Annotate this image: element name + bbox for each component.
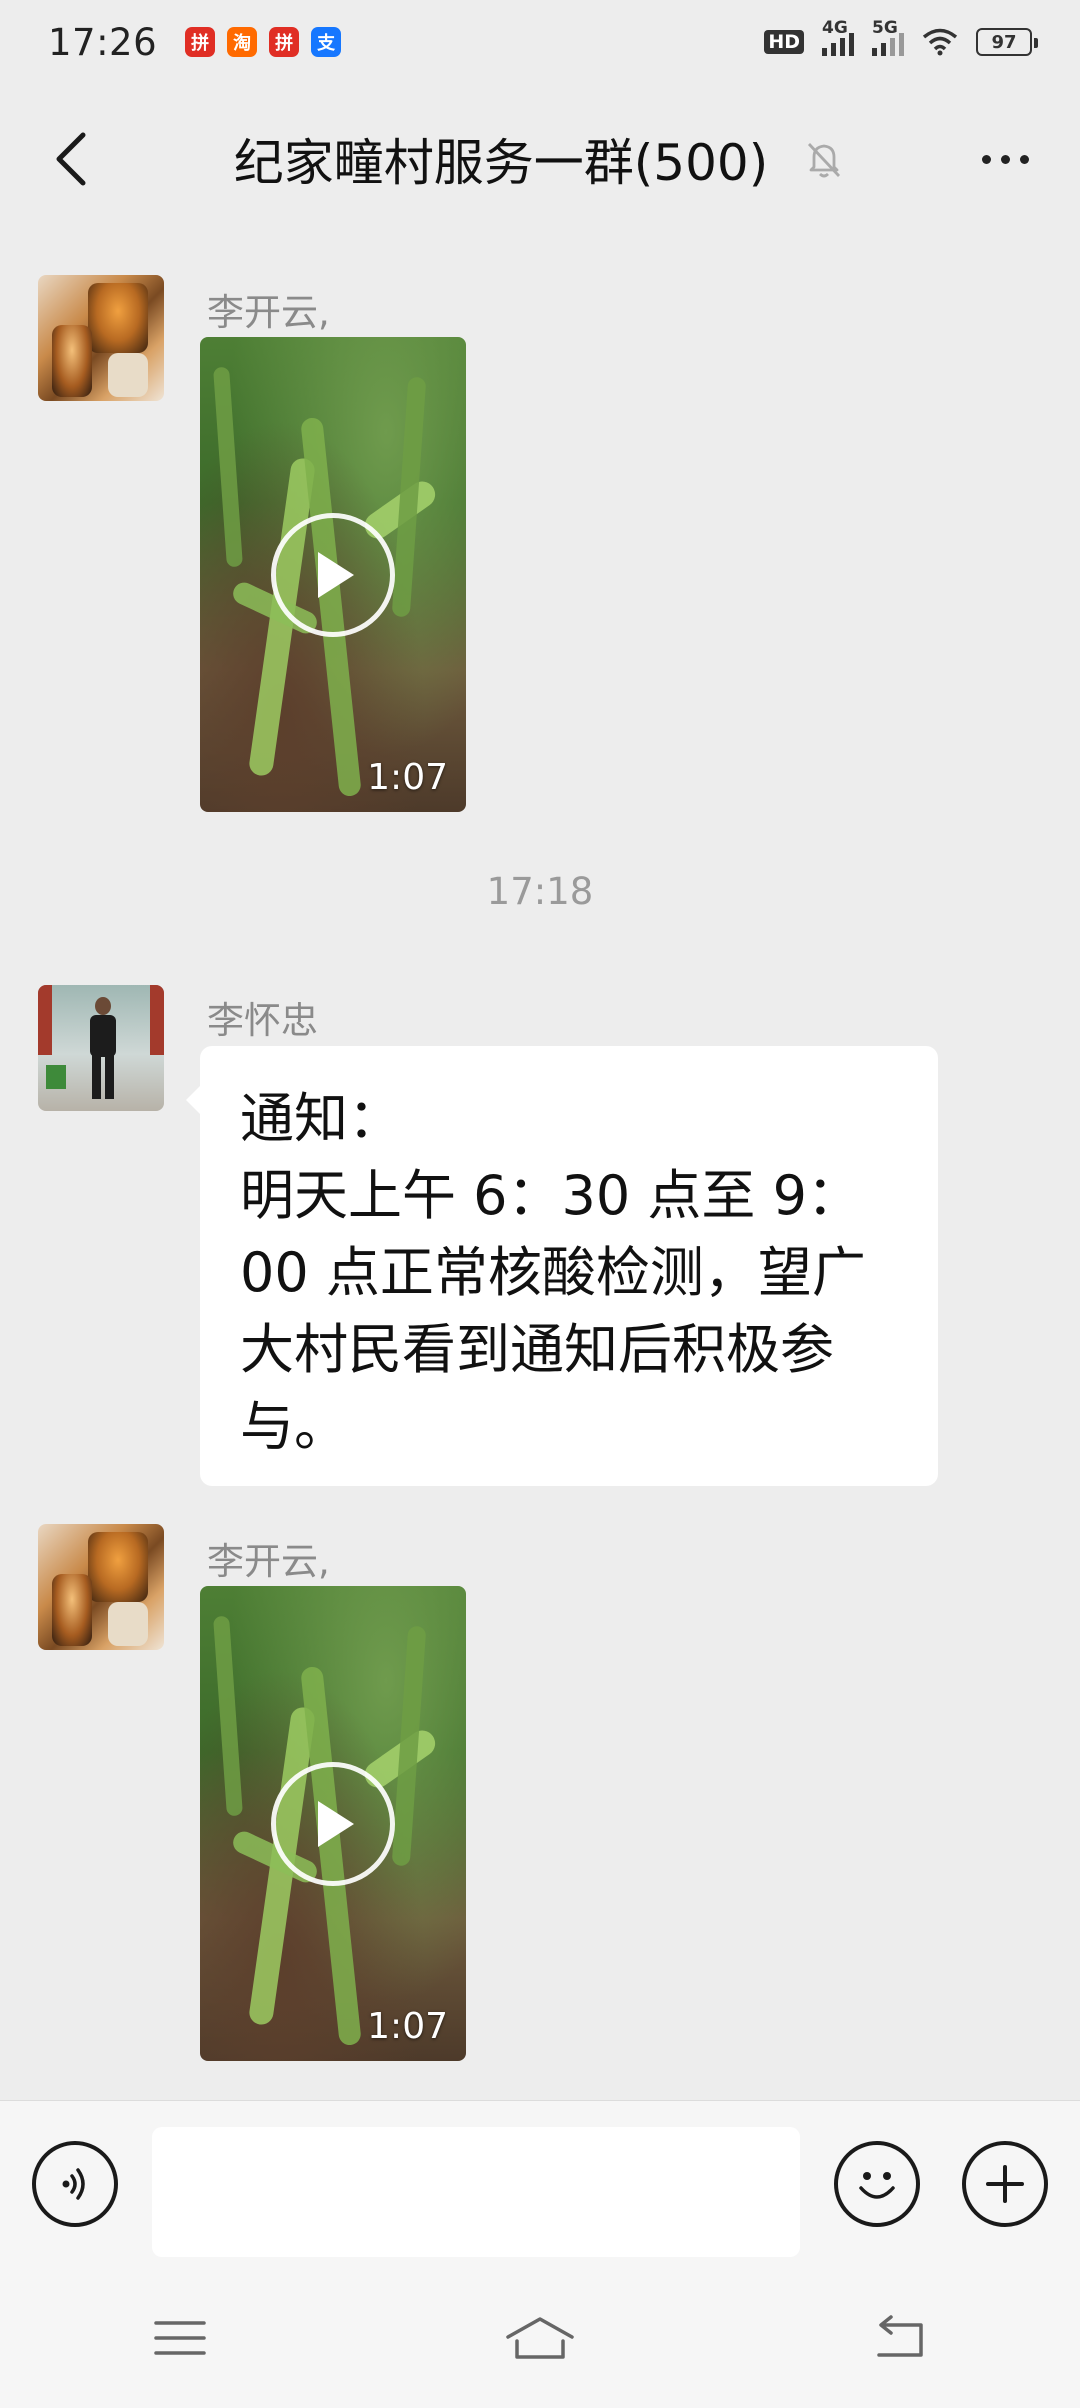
- video-thumbnail[interactable]: 1:07: [200, 1586, 466, 2061]
- battery-level: 97: [991, 31, 1017, 53]
- avatar[interactable]: [38, 275, 164, 401]
- signal-4g-icon: 4G: [822, 18, 854, 56]
- back-nav-button[interactable]: [860, 2303, 940, 2373]
- status-indicators: HD 4G 5G 97: [764, 18, 1038, 56]
- wifi-icon: [922, 28, 958, 56]
- video-thumbnail[interactable]: 1:07: [200, 337, 466, 812]
- plus-button[interactable]: [962, 2141, 1048, 2227]
- sender-name: 李开云,: [207, 1540, 330, 1583]
- more-dots-icon: [981, 154, 991, 164]
- signal-4g-label: 4G: [822, 18, 848, 38]
- message-line: 通知：: [240, 1087, 402, 1150]
- title-wrap: 纪家疃村服务一群(500): [234, 123, 846, 195]
- battery-icon: 97: [976, 28, 1038, 56]
- avatar[interactable]: [38, 1524, 164, 1650]
- home-button[interactable]: [500, 2303, 580, 2373]
- play-button[interactable]: [271, 1762, 395, 1886]
- more-button[interactable]: [970, 134, 1040, 184]
- emoji-icon: [859, 2172, 895, 2199]
- video-duration: 1:07: [367, 757, 448, 798]
- voice-button[interactable]: [32, 2141, 118, 2227]
- message-line: 大村民看到通知后积极参: [240, 1318, 834, 1381]
- hd-icon: HD: [764, 30, 804, 54]
- menu-icon: [154, 2321, 206, 2355]
- chevron-left-icon: [56, 132, 86, 186]
- signal-5g-label: 5G: [872, 18, 898, 38]
- video-duration: 1:07: [367, 2006, 448, 2047]
- chat-title: 纪家疃村服务一群(500): [233, 134, 769, 192]
- sender-name: 李开云,: [207, 291, 330, 334]
- play-icon: [318, 552, 354, 598]
- play-button[interactable]: [271, 513, 395, 637]
- status-bar: 17:26 拼 淘 拼 支 HD 4G 5G 97: [0, 0, 1080, 84]
- signal-5g-icon: 5G: [872, 18, 904, 56]
- chat-header: 纪家疃村服务一群(500): [0, 84, 1080, 234]
- message-bubble[interactable]: 通知： 明天上午 6：30 点至 9： 00 点正常核酸检测，望广 大村民看到通…: [186, 1046, 938, 1486]
- home-icon: [506, 2317, 574, 2359]
- notification-icons: 拼 淘 拼 支: [185, 27, 342, 57]
- pinduoduo-icon: 拼: [185, 27, 216, 57]
- message-line: 与。: [240, 1395, 348, 1458]
- avatar[interactable]: [38, 985, 164, 1111]
- system-nav-bar: [0, 2268, 1080, 2408]
- time-separator: 17:18: [486, 870, 594, 913]
- plus-icon: [986, 2165, 1024, 2203]
- alipay-icon: 支: [311, 27, 342, 57]
- emoji-button[interactable]: [834, 2141, 920, 2227]
- message-line: 00 点正常核酸检测，望广: [240, 1241, 866, 1304]
- play-icon: [318, 1801, 354, 1847]
- status-time: 17:26: [48, 20, 158, 64]
- bell-off-icon: [808, 143, 841, 178]
- back-arrow-icon: [877, 2315, 923, 2357]
- message-line: 明天上午 6：30 点至 9：: [240, 1164, 861, 1227]
- back-button[interactable]: [40, 124, 100, 194]
- message-input[interactable]: [152, 2127, 800, 2257]
- sender-name: 李怀忠: [207, 999, 318, 1042]
- voice-icon: [62, 2168, 85, 2200]
- pinduoduo-618-icon: 拼: [269, 27, 300, 57]
- taobao-icon: 淘: [227, 27, 258, 57]
- menu-button[interactable]: [140, 2303, 220, 2373]
- input-bar: [0, 2100, 1080, 2268]
